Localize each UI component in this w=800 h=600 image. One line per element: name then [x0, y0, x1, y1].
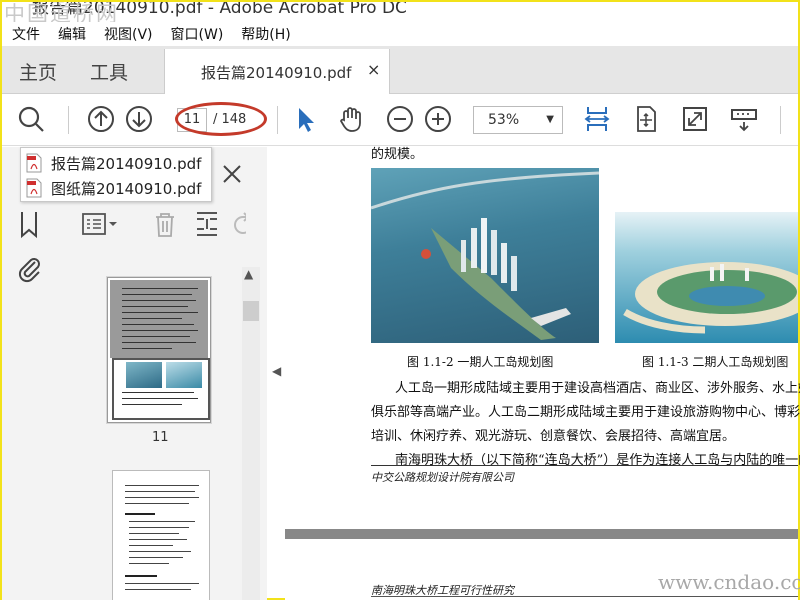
tab-home[interactable]: 主页 — [19, 58, 57, 85]
doc-paragraph-line: 俱乐部等高端产业。人工岛二期形成陆域主要用于建设旅游购物中心、博彩娱乐、 — [371, 405, 800, 420]
recent-file-item[interactable]: 图纸篇20140910.pdf — [25, 176, 201, 200]
tab-close-button[interactable]: × — [367, 60, 380, 79]
footer-organization: 中交公路规划设计院有限公司 — [371, 471, 514, 484]
doc-paragraph-line: 培训、休闲疗养、观光游玩、创意餐饮、会展招待、高端宜居。 — [371, 429, 736, 444]
title-bar: 报告篇20140910.pdf - Adobe Acrobat Pro DC 中… — [2, 2, 798, 22]
menu-file[interactable]: 文件 — [12, 24, 40, 44]
tab-document[interactable]: 报告篇20140910.pdf × — [164, 49, 390, 95]
toolbar-divider — [780, 106, 781, 134]
page-thumbnail-current[interactable] — [107, 277, 211, 423]
pdf-file-icon — [26, 153, 42, 173]
figure-caption: 图 1.1-3 二期人工岛规划图 — [642, 355, 789, 369]
select-cursor-icon[interactable] — [290, 104, 320, 134]
thumbnail-options-icon[interactable] — [81, 211, 121, 241]
menu-view[interactable]: 视图(V) — [104, 24, 153, 44]
recent-file-label: 报告篇20140910.pdf — [51, 154, 202, 173]
recent-file-label: 图纸篇20140910.pdf — [51, 179, 202, 198]
tab-bar: 主页 工具 报告篇20140910.pdf × — [2, 46, 798, 95]
delete-page-icon[interactable] — [152, 211, 178, 243]
page-gap — [285, 529, 798, 539]
doc-text-fragment: 的规模。 — [371, 147, 424, 162]
thumbnail-page-label: 11 — [152, 430, 169, 445]
tab-document-label: 报告篇20140910.pdf — [201, 64, 352, 82]
attachment-icon[interactable] — [15, 253, 43, 287]
next-page-header: 南海明珠大桥工程可行性研究 — [371, 584, 514, 597]
tab-tools[interactable]: 工具 — [90, 58, 128, 85]
search-icon[interactable] — [16, 104, 46, 134]
doc-paragraph-line: 人工岛一期形成陆域主要用于建设高档酒店、商业区、涉外服务、水上娱乐和 — [395, 381, 800, 396]
read-mode-icon[interactable] — [729, 104, 759, 134]
footer-divider — [371, 465, 798, 466]
zoom-out-icon[interactable] — [385, 104, 415, 134]
hand-tool-icon[interactable] — [336, 104, 366, 134]
thumbnail-selection — [112, 358, 210, 420]
watermark-top: 中国道桥网 — [4, 2, 119, 22]
highlight-ellipse — [175, 102, 267, 136]
recent-files-popup: 报告篇20140910.pdf 图纸篇20140910.pdf — [20, 147, 212, 202]
fit-page-icon[interactable] — [631, 104, 661, 134]
zoom-select[interactable]: 53% ▼ — [473, 106, 563, 134]
figure-caption: 图 1.1-2 一期人工岛规划图 — [407, 355, 554, 369]
close-icon[interactable] — [221, 163, 243, 189]
thumbnail-scrollbar[interactable]: ▲ — [242, 267, 260, 600]
full-screen-icon[interactable] — [680, 104, 710, 134]
zoom-value: 53% — [488, 112, 520, 128]
toolbar: 11 / 148 53% ▼ — [2, 94, 798, 146]
watermark-bottom: www.cndao.com — [658, 570, 800, 594]
menu-window[interactable]: 窗口(W) — [171, 24, 224, 44]
island-plan-image-1 — [371, 168, 599, 343]
page-thumbnail[interactable] — [112, 470, 210, 600]
island-plan-image-2 — [615, 212, 798, 343]
toolbar-divider — [277, 106, 278, 134]
collapse-panel-arrow[interactable]: ◀ — [272, 364, 281, 378]
previous-page-icon[interactable] — [86, 104, 116, 134]
chevron-up-icon[interactable]: ▲ — [244, 267, 253, 281]
pdf-file-icon — [26, 178, 42, 198]
menu-bar: 文件 编辑 视图(V) 窗口(W) 帮助(H) — [2, 22, 798, 46]
bookmark-icon[interactable] — [16, 209, 42, 243]
navigation-icon-column — [2, 147, 54, 600]
rotate-icon[interactable] — [231, 211, 246, 239]
fit-width-icon[interactable] — [582, 104, 612, 134]
menu-help[interactable]: 帮助(H) — [241, 24, 290, 44]
recent-file-item[interactable]: 报告篇20140910.pdf — [25, 151, 201, 175]
zoom-in-icon[interactable] — [423, 104, 453, 134]
chevron-down-icon: ▼ — [546, 114, 554, 125]
extract-page-icon[interactable] — [194, 209, 220, 243]
next-page-icon[interactable] — [124, 104, 154, 134]
menu-edit[interactable]: 编辑 — [58, 24, 86, 44]
scrollbar-thumb[interactable] — [243, 301, 259, 321]
thumbnail-visible-region — [110, 280, 208, 358]
toolbar-divider — [68, 106, 69, 134]
